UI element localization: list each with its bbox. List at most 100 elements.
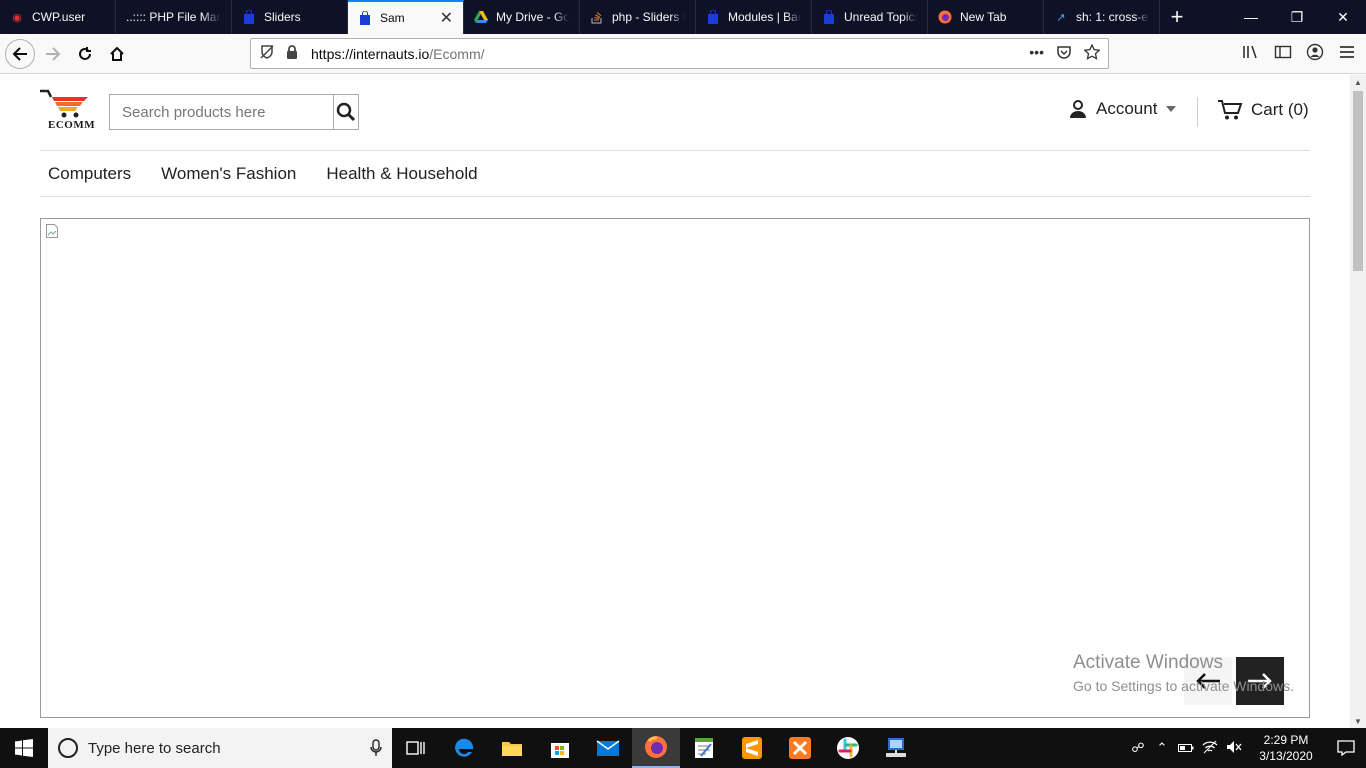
terminal-icon: ↗ [1056,11,1066,24]
bookmark-star-icon[interactable] [1083,43,1101,63]
tracking-protection-icon[interactable] [259,44,279,63]
drive-icon [474,10,488,24]
search-button[interactable] [333,95,358,129]
user-icon [1070,100,1086,118]
bag-icon [358,11,372,25]
menu-item-health-household[interactable]: Health & Household [318,162,485,186]
tab-unread-topics[interactable]: Unread Topics [812,0,928,34]
tab-new-tab[interactable]: New Tab [928,0,1044,34]
firefox-icon [938,10,952,24]
task-view-icon [406,741,425,755]
xampp-taskbar-icon[interactable] [776,728,824,768]
cwp-icon: ◉ [12,11,22,24]
logo-text: ECOMM [48,119,96,131]
taskbar-search[interactable]: Type here to search [48,728,392,768]
file-explorer-taskbar-icon[interactable] [488,728,536,768]
battery-icon[interactable] [1174,741,1198,756]
windows-taskbar: Type here to search ☍ ⌃ 2:29 PM 3/13/202… [0,728,1366,768]
caret-down-icon [1166,106,1177,112]
minimize-icon: — [1244,9,1258,25]
web-page: ECOMM Account Cart (0) Computers Women's… [0,75,1350,728]
tab-sliders[interactable]: Sliders [232,0,348,34]
navigation-toolbar: https://internauts.io/Ecomm/ ••• [0,34,1366,74]
tab-my-drive[interactable]: My Drive - Go [464,0,580,34]
tab-cwp-user[interactable]: ◉ CWP.user [0,0,116,34]
hamburger-menu-icon[interactable] [1338,44,1356,65]
action-center-button[interactable] [1326,740,1366,756]
close-tab-icon[interactable]: ✕ [440,8,453,28]
new-tab-button[interactable]: + [1160,0,1194,34]
product-search [109,94,359,130]
mail-taskbar-icon[interactable] [584,728,632,768]
url-bar[interactable]: https://internauts.io/Ecomm/ ••• [250,38,1109,69]
menu-item-womens-fashion[interactable]: Women's Fashion [153,162,304,186]
people-icon[interactable]: ☍ [1126,740,1150,756]
start-button[interactable] [0,728,48,768]
notepad-taskbar-icon[interactable] [680,728,728,768]
tab-modules[interactable]: Modules | Bac [696,0,812,34]
system-clock[interactable]: 2:29 PM 3/13/2020 [1246,732,1326,764]
chevron-up-icon[interactable]: ⌃ [1150,740,1174,756]
page-scrollbar[interactable]: ▲ ▼ [1350,75,1366,728]
close-icon: ✕ [1337,8,1349,25]
broken-image-icon [46,224,58,238]
header-divider [1197,97,1198,127]
speaker-muted-icon[interactable] [1222,740,1246,757]
home-button[interactable] [101,38,133,70]
sublime-text-icon [742,737,762,759]
wifi-icon[interactable] [1198,740,1222,757]
notepad-icon [695,738,713,758]
image-slider [40,218,1310,718]
store-taskbar-icon[interactable] [536,728,584,768]
menu-item-computers[interactable]: Computers [40,162,139,186]
plus-icon: + [1170,4,1184,29]
system-tray: ☍ ⌃ 2:29 PM 3/13/2020 [1126,728,1366,768]
tab-php-sliders[interactable]: php - Sliders i [580,0,696,34]
restore-button[interactable]: ❐ [1274,0,1320,34]
tab-sam[interactable]: Sam ✕ [348,0,464,34]
slack-taskbar-icon[interactable] [824,728,872,768]
arrow-right-icon [46,46,61,61]
clock-time: 2:29 PM [1263,733,1309,747]
minimize-button[interactable]: — [1228,0,1274,34]
pocket-icon[interactable] [1056,44,1072,63]
scroll-down-icon[interactable]: ▼ [1350,714,1366,728]
bag-icon [822,10,836,24]
tab-php-file-manager[interactable]: ..:::: PHP File Mar [116,0,232,34]
tab-strip: ◉ CWP.user ..:::: PHP File Mar Sliders Sa… [0,0,1366,34]
microphone-icon[interactable] [370,739,382,757]
lock-icon[interactable] [285,44,305,63]
scrollbar-thumb[interactable] [1353,91,1363,271]
site-logo[interactable]: ECOMM [40,89,100,133]
menu-divider-line [40,196,1310,197]
search-icon [336,102,356,122]
taskbar-search-placeholder: Type here to search [88,739,221,757]
folder-icon [502,742,522,756]
task-view-button[interactable] [392,728,440,768]
window-controls: — ❐ ✕ [1228,0,1366,34]
edge-taskbar-icon[interactable] [440,728,488,768]
page-actions-icon[interactable]: ••• [1029,44,1044,63]
tab-sh-cross-env[interactable]: ↗ sh: 1: cross-en [1044,0,1160,34]
activate-windows-watermark: Activate Windows Go to Settings to activ… [1073,652,1294,694]
search-input[interactable] [110,95,333,129]
arrow-left-icon [12,46,27,61]
back-button[interactable] [5,38,35,69]
account-menu[interactable]: Account [1068,99,1177,119]
account-circle-icon[interactable] [1306,43,1324,66]
library-icon[interactable] [1242,44,1260,65]
header-divider-line [40,150,1310,151]
firefox-taskbar-icon[interactable] [632,728,680,768]
remote-desktop-taskbar-icon[interactable] [872,728,920,768]
forward-button[interactable] [37,38,69,70]
xampp-icon [789,737,811,759]
scroll-up-icon[interactable]: ▲ [1350,75,1366,89]
store-icon [551,743,569,758]
cart-link[interactable]: Cart (0) [1217,99,1309,121]
close-window-button[interactable]: ✕ [1320,0,1366,34]
sidebar-icon[interactable] [1274,44,1292,65]
shopping-cart-logo-icon [40,89,88,118]
reload-button[interactable] [69,38,101,70]
mail-icon [596,740,620,756]
sublime-taskbar-icon[interactable] [728,728,776,768]
